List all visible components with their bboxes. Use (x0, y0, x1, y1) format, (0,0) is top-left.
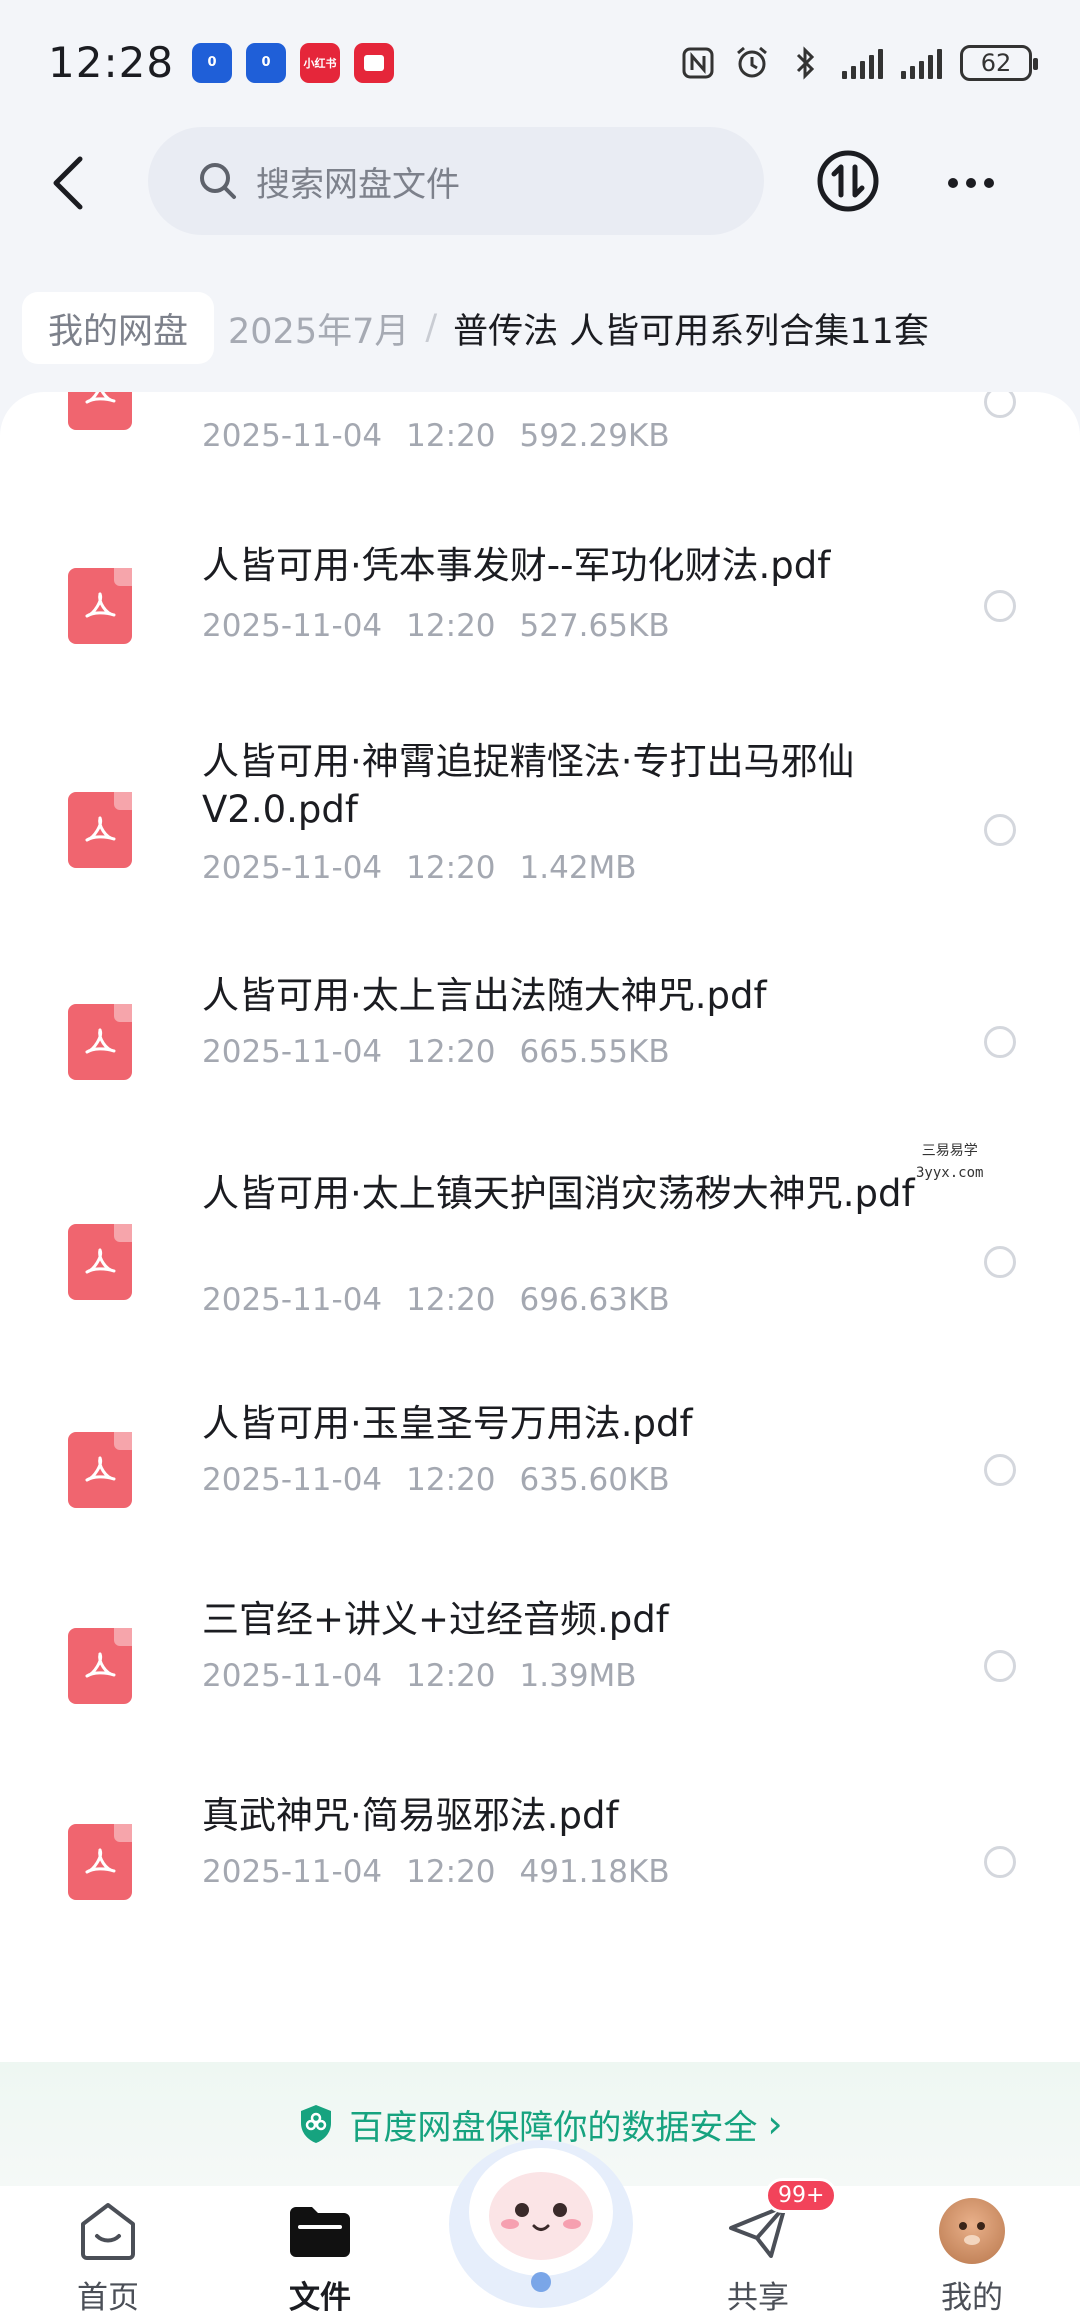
nav-share-label: 共享 (727, 2280, 789, 2316)
file-meta: 2025-11-04 12:20 491.18KB (202, 1854, 670, 1890)
file-meta: 2025-11-04 12:20 1.42MB (202, 850, 637, 886)
avatar (937, 2196, 1007, 2266)
file-name: 真武神咒·简易驱邪法.pdf (202, 1794, 619, 1837)
file-meta: 2025-11-04 12:20 1.39MB (202, 1658, 637, 1694)
pdf-file-icon (68, 1824, 132, 1900)
mascot-icon (449, 2140, 633, 2308)
pdf-file-icon (68, 1628, 132, 1704)
select-checkbox[interactable] (984, 814, 1016, 846)
file-name: 人皆可用·凭本事发财--军功化财法.pdf (202, 544, 831, 587)
list-item[interactable]: 2025-11-04 12:20 592.29KB (0, 392, 1080, 482)
watermark: 三易易学 3yyx.com (916, 1143, 984, 1181)
signal-icon (842, 47, 883, 79)
select-checkbox[interactable] (984, 1454, 1016, 1486)
pdf-file-icon (68, 1004, 132, 1080)
chevron-right-icon: › (767, 2102, 783, 2146)
search-input[interactable]: 搜索网盘文件 (148, 127, 764, 235)
notification-icons: 0 0 小红书 (192, 42, 395, 83)
header: 搜索网盘文件 (0, 125, 1080, 240)
nav-mine-label: 我的 (941, 2280, 1003, 2316)
chevron-left-icon (53, 156, 83, 210)
select-checkbox[interactable] (984, 590, 1016, 622)
breadcrumb-separator: / (425, 308, 438, 348)
file-meta: 2025-11-04 12:20 527.65KB (202, 608, 670, 644)
nav-files-label: 文件 (289, 2280, 351, 2316)
home-icon (73, 2196, 143, 2266)
select-checkbox[interactable] (984, 1026, 1016, 1058)
dot-icon (966, 178, 976, 188)
pdf-file-icon (68, 1224, 132, 1300)
pdf-file-icon (68, 1432, 132, 1508)
nfc-icon (680, 45, 716, 81)
status-bar: 12:28 0 0 小红书 62 (0, 0, 1080, 125)
list-item[interactable]: 人皆可用·凭本事发财--军功化财法.pdf 2025-11-04 12:20 527… (0, 542, 1080, 692)
pdf-file-icon (68, 392, 132, 430)
list-item[interactable]: 人皆可用·太上镇天护国消灾荡秽大神咒.pdf 2025-11-04 12:20 69… (0, 1170, 1080, 1350)
file-meta: 2025-11-04 12:20 665.55KB (202, 1034, 670, 1070)
folder-icon (285, 2196, 355, 2266)
list-item[interactable]: 人皆可用·玉皇圣号万用法.pdf 2025-11-04 12:20 635.60KB (0, 1400, 1080, 1550)
list-item[interactable]: 人皆可用·神霄追捉精怪法·专打出马邪仙V2.0.pdf 2025-11-04 12… (0, 738, 1080, 918)
app-blue-icon: 0 (246, 42, 287, 83)
shield-icon (301, 2105, 332, 2143)
more-options-button[interactable] (940, 155, 1002, 211)
nav-home-label: 首页 (77, 2280, 139, 2316)
nav-home[interactable]: 首页 (38, 2186, 178, 2324)
transfer-icon (817, 150, 879, 212)
nav-files[interactable]: 文件 (250, 2186, 390, 2324)
xiaohongshu-icon: 小红书 (300, 42, 341, 83)
breadcrumb: 我的网盘 2025年7月 / 普传法 人皆可用系列合集11套 (22, 292, 929, 364)
dot-icon (948, 178, 958, 188)
search-placeholder: 搜索网盘文件 (256, 164, 460, 205)
list-item[interactable]: 三官经+讲义+过经音频.pdf 2025-11-04 12:20 1.39MB (0, 1596, 1080, 1746)
file-name: 人皆可用·太上言出法随大神咒.pdf (202, 974, 767, 1017)
nav-mine[interactable]: 我的 (902, 2186, 1042, 2324)
select-checkbox[interactable] (984, 1246, 1016, 1278)
bluetooth-icon (788, 45, 824, 81)
breadcrumb-parent[interactable]: 2025年7月 (228, 303, 409, 354)
file-meta: 2025-11-04 12:20 635.60KB (202, 1462, 670, 1498)
app-blue-icon: 0 (192, 42, 233, 83)
file-meta: 2025-11-04 12:20 696.63KB (202, 1282, 670, 1318)
battery-icon: 62 (960, 44, 1038, 81)
select-checkbox[interactable] (984, 1846, 1016, 1878)
status-time: 12:28 (48, 38, 175, 87)
signal-icon (901, 47, 942, 79)
select-checkbox[interactable] (984, 392, 1016, 418)
red-app-icon (354, 42, 395, 83)
nav-share[interactable]: 99+ 共享 (688, 2178, 838, 2324)
dot-icon (984, 178, 994, 188)
alarm-icon (734, 45, 770, 81)
transfer-list-button[interactable] (816, 149, 880, 213)
list-item[interactable]: 人皆可用·太上言出法随大神咒.pdf 2025-11-04 12:20 665.55… (0, 972, 1080, 1122)
breadcrumb-current: 普传法 人皆可用系列合集11套 (453, 311, 929, 352)
back-button[interactable] (40, 155, 96, 211)
pdf-file-icon (68, 568, 132, 644)
select-checkbox[interactable] (984, 1650, 1016, 1682)
file-name: 人皆可用·神霄追捉精怪法·专打出马邪仙V2.0.pdf (202, 740, 855, 831)
mascot-button[interactable] (436, 2112, 646, 2312)
file-name: 人皆可用·太上镇天护国消灾荡秽大神咒.pdf (202, 1172, 915, 1215)
file-list: 2025-11-04 12:20 592.29KB 人皆可用·凭本事发财--军功化财… (0, 392, 1080, 2082)
search-icon (200, 163, 236, 199)
breadcrumb-root[interactable]: 我的网盘 (22, 292, 215, 364)
list-item[interactable]: 真武神咒·简易驱邪法.pdf 2025-11-04 12:20 491.18KB (0, 1792, 1080, 1942)
file-name: 人皆可用·玉皇圣号万用法.pdf (202, 1402, 693, 1445)
send-icon: 99+ (723, 2178, 838, 2266)
file-name: 三官经+讲义+过经音频.pdf (202, 1598, 669, 1641)
share-badge: 99+ (765, 2178, 838, 2213)
pdf-file-icon (68, 792, 132, 868)
file-meta: 2025-11-04 12:20 592.29KB (202, 418, 670, 454)
